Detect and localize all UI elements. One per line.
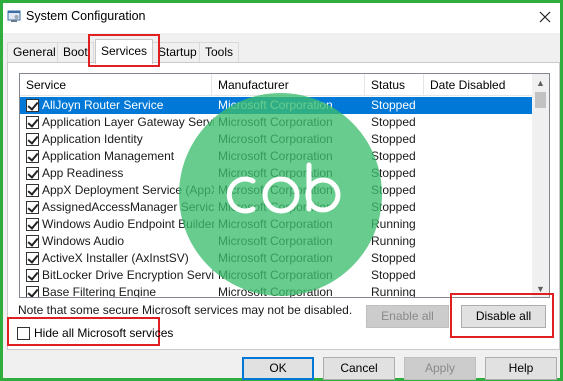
manufacturer-cell: Microsoft Corporation <box>218 183 333 197</box>
status-cell: Stopped <box>371 200 416 214</box>
chevron-down-icon[interactable]: ▼ <box>532 280 549 297</box>
table-row[interactable]: AllJoyn Router Service Microsoft Corporat… <box>20 97 532 114</box>
status-cell: Stopped <box>371 149 416 163</box>
service-checkbox[interactable] <box>26 116 39 129</box>
tab-services[interactable]: Services <box>87 34 161 67</box>
table-row[interactable]: Application Management Microsoft Corporat… <box>20 148 532 165</box>
manufacturer-cell: Microsoft Corporation <box>218 217 333 231</box>
status-cell: Stopped <box>371 268 416 282</box>
column-header-service[interactable]: Service <box>20 74 212 96</box>
status-cell: Running <box>371 234 416 248</box>
ok-button[interactable]: OK <box>242 357 314 380</box>
secure-services-note: Note that some secure Microsoft services… <box>18 303 353 317</box>
table-row[interactable]: Windows Audio Microsoft Corporation Runnin… <box>20 233 532 250</box>
cancel-button[interactable]: Cancel <box>323 357 395 380</box>
close-button[interactable] <box>534 7 556 27</box>
manufacturer-cell: Microsoft Corporation <box>218 251 333 265</box>
service-checkbox[interactable] <box>26 133 39 146</box>
service-checkbox[interactable] <box>26 201 39 214</box>
service-checkbox[interactable] <box>26 269 39 282</box>
tab-general[interactable]: General <box>7 42 62 62</box>
enable-all-button[interactable]: Enable all <box>366 305 449 328</box>
tab-boot[interactable]: Boot <box>57 42 94 62</box>
vertical-scrollbar[interactable]: ▲ ▼ <box>532 74 549 297</box>
manufacturer-cell: Microsoft Corporation <box>218 268 333 282</box>
table-row[interactable]: Base Filtering Engine Microsoft Corporati… <box>20 284 532 298</box>
service-name-cell: Application Management <box>42 149 175 163</box>
service-rows: AllJoyn Router Service Microsoft Corporat… <box>20 97 532 298</box>
service-checkbox[interactable] <box>26 218 39 231</box>
dialog-button-bar: OK Cancel Apply Help <box>3 350 560 381</box>
service-name-cell: AllJoyn Router Service <box>42 98 164 112</box>
services-panel: Service Manufacturer Status Date Disable… <box>7 62 560 350</box>
table-row[interactable]: ActiveX Installer (AxInstSV) Microsoft Co… <box>20 250 532 267</box>
help-button[interactable]: Help <box>485 357 557 380</box>
hide-ms-services-checkbox[interactable] <box>17 326 30 340</box>
column-header-status[interactable]: Status <box>365 74 424 96</box>
table-row[interactable]: App Readiness Microsoft Corporation Stoppe… <box>20 165 532 182</box>
service-checkbox[interactable] <box>26 167 39 180</box>
service-name-cell: Windows Audio <box>42 234 125 248</box>
service-name-cell: BitLocker Drive Encryption Service <box>42 268 214 282</box>
table-row[interactable]: Application Layer Gateway Service Microso… <box>20 114 532 131</box>
service-name-cell: App Readiness <box>42 166 124 180</box>
table-row[interactable]: Windows Audio Endpoint Builder Microsoft … <box>20 216 532 233</box>
manufacturer-cell: Microsoft Corporation <box>218 149 333 163</box>
screenshot-frame: System Configuration General Boot Servic… <box>0 0 563 381</box>
service-checkbox[interactable] <box>26 184 39 197</box>
title-bar: System Configuration <box>3 3 560 33</box>
service-checkbox[interactable] <box>26 235 39 248</box>
service-name-cell: Windows Audio Endpoint Builder <box>42 217 214 231</box>
service-checkbox[interactable] <box>26 99 39 112</box>
service-name-cell: ActiveX Installer (AxInstSV) <box>42 251 189 265</box>
manufacturer-cell: Microsoft Corporation <box>218 200 333 214</box>
service-name-cell: Base Filtering Engine <box>42 285 157 298</box>
service-checkbox[interactable] <box>26 286 39 297</box>
apply-button[interactable]: Apply <box>404 357 476 380</box>
status-cell: Stopped <box>371 132 416 146</box>
system-config-icon <box>7 9 21 23</box>
hide-ms-services-option[interactable]: Hide all Microsoft services <box>17 325 173 341</box>
manufacturer-cell: Microsoft Corporation <box>218 115 333 129</box>
column-header-manufacturer[interactable]: Manufacturer <box>212 74 365 96</box>
manufacturer-cell: Microsoft Corporation <box>218 166 333 180</box>
manufacturer-cell: Microsoft Corporation <box>218 285 333 298</box>
service-checkbox[interactable] <box>26 252 39 265</box>
manufacturer-cell: Microsoft Corporation <box>218 98 333 112</box>
service-name-cell: Application Layer Gateway Service <box>42 115 214 129</box>
service-name-cell: AssignedAccessManager Service <box>42 200 214 214</box>
table-row[interactable]: BitLocker Drive Encryption Service Micros… <box>20 267 532 284</box>
service-name-cell: Application Identity <box>42 132 143 146</box>
close-icon <box>539 11 551 23</box>
disable-all-button[interactable]: Disable all <box>461 305 546 328</box>
tab-startup[interactable]: Startup <box>152 42 203 62</box>
services-list[interactable]: Service Manufacturer Status Date Disable… <box>19 73 550 298</box>
status-cell: Stopped <box>371 251 416 265</box>
table-row[interactable]: AssignedAccessManager Service Microsoft C… <box>20 199 532 216</box>
tab-bar: General Boot Services Startup Tools <box>7 33 556 67</box>
hide-ms-services-label: Hide all Microsoft services <box>34 326 174 340</box>
list-header: Service Manufacturer Status Date Disable… <box>20 74 532 96</box>
manufacturer-cell: Microsoft Corporation <box>218 234 333 248</box>
table-row[interactable]: AppX Deployment Service (AppX... Microsof… <box>20 182 532 199</box>
tab-tools[interactable]: Tools <box>199 42 240 62</box>
scrollbar-thumb[interactable] <box>535 92 546 108</box>
status-cell: Stopped <box>371 166 416 180</box>
window-title: System Configuration <box>26 9 146 23</box>
status-cell: Running <box>371 217 416 231</box>
chevron-up-icon[interactable]: ▲ <box>532 74 549 91</box>
column-header-date-disabled[interactable]: Date Disabled <box>424 74 532 96</box>
status-cell: Running <box>371 285 416 298</box>
status-cell: Stopped <box>371 183 416 197</box>
table-row[interactable]: Application Identity Microsoft Corporatio… <box>20 131 532 148</box>
status-cell: Stopped <box>371 115 416 129</box>
service-name-cell: AppX Deployment Service (AppX... <box>42 183 214 197</box>
manufacturer-cell: Microsoft Corporation <box>218 132 333 146</box>
status-cell: Stopped <box>371 98 416 112</box>
service-checkbox[interactable] <box>26 150 39 163</box>
